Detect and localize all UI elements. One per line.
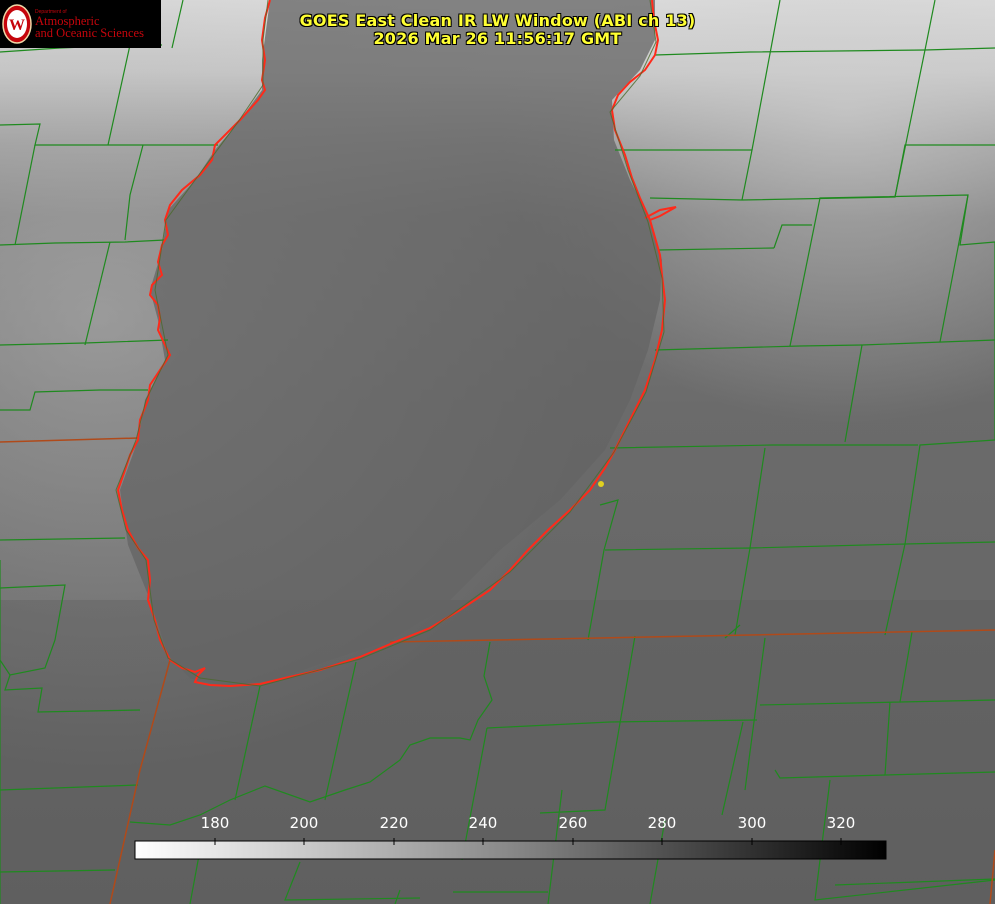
- colorbar-tick-label: 260: [558, 814, 588, 832]
- colorbar-tick-label: 200: [289, 814, 319, 832]
- colorbar-tick-label: 240: [468, 814, 498, 832]
- logo-line-2: and Oceanic Sciences: [35, 26, 144, 40]
- colorbar-tick-label: 220: [379, 814, 409, 832]
- uw-seal-icon: W: [2, 4, 32, 44]
- image-timestamp: 2026 Mar 26 11:56:17 GMT: [373, 29, 622, 48]
- location-marker: [598, 481, 604, 487]
- colorbar-tick-label: 320: [826, 814, 856, 832]
- aos-logo: W Department of Atmospheric and Oceanic …: [0, 0, 161, 48]
- colorbar-tick-label: 280: [647, 814, 677, 832]
- colorbar-tick-label: 300: [737, 814, 767, 832]
- satellite-map: [0, 0, 995, 904]
- colorbar-tick-label: 180: [200, 814, 230, 832]
- colorbar: [134, 840, 887, 860]
- svg-text:W: W: [9, 17, 25, 34]
- image-title: GOES East Clean IR LW Window (ABI ch 13): [299, 11, 696, 30]
